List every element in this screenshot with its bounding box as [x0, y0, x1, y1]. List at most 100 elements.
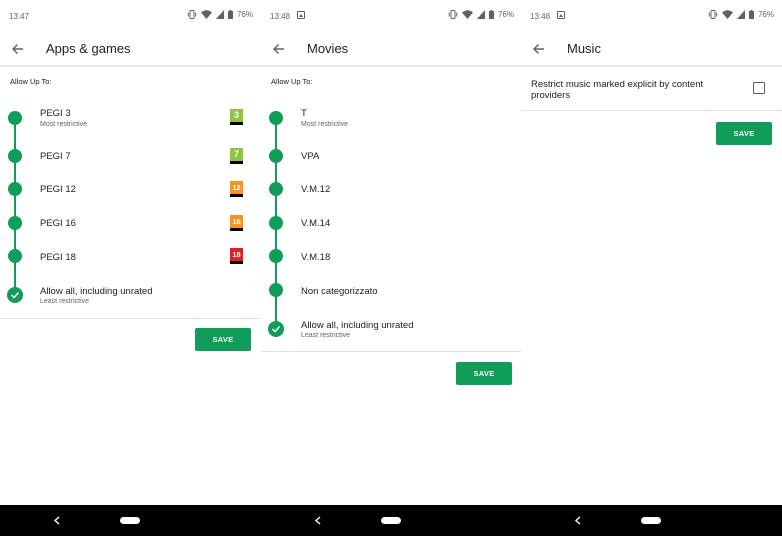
image-notification-icon — [557, 11, 565, 19]
movies-screen: 13:48 76% Movies Allow Up To: T Most res… — [261, 0, 522, 505]
status-bar: 13:48 76% — [261, 0, 522, 32]
rating-option-t[interactable]: T Most restrictive — [261, 104, 522, 138]
pegi-3-badge-icon: 3 — [230, 109, 243, 125]
signal-icon — [476, 10, 485, 19]
nav-group — [521, 505, 782, 536]
rating-dot — [8, 111, 22, 125]
rating-name: PEGI 3 — [40, 108, 71, 119]
allow-up-to-label: Allow Up To: — [271, 77, 313, 86]
battery-percent: 76% — [236, 10, 253, 19]
status-bar: 13:48 76% — [521, 0, 782, 32]
vibrate-icon — [708, 10, 718, 19]
pegi-7-badge-icon: 7 — [230, 148, 243, 164]
save-button[interactable]: SAVE — [716, 122, 772, 145]
wifi-icon — [721, 10, 733, 19]
rating-sub: Most restrictive — [40, 121, 88, 128]
nav-home-pill[interactable] — [641, 517, 661, 524]
status-time: 13:48 — [530, 12, 551, 21]
restrict-explicit-option[interactable]: Restrict music marked explicit by conten… — [521, 70, 782, 111]
nav-home-pill[interactable] — [381, 517, 401, 524]
rating-name: V.M.12 — [301, 184, 331, 195]
rating-name: V.M.18 — [301, 252, 331, 263]
rating-name: Non categorizzato — [301, 286, 378, 297]
apps-games-screen: 13:47 76% Apps & games Allow Up To: PEGI… — [0, 0, 261, 505]
rating-option-allow-all[interactable]: Allow all, including unrated Least restr… — [0, 281, 261, 315]
nav-back-icon[interactable] — [53, 516, 61, 525]
rating-option-vm18[interactable]: V.M.18 — [261, 240, 522, 274]
pegi-18-badge-icon: 18 — [230, 248, 243, 264]
status-bar: 13:47 76% — [0, 0, 261, 32]
battery-percent: 76% — [757, 10, 774, 19]
signal-icon — [736, 10, 745, 19]
rating-dot — [8, 149, 22, 163]
battery-percent: 76% — [497, 10, 514, 19]
rating-dot — [8, 216, 22, 230]
rating-dot — [8, 249, 22, 263]
nav-group — [0, 505, 261, 536]
rating-option-vpa[interactable]: VPA — [261, 139, 522, 173]
back-arrow-icon[interactable] — [10, 41, 26, 57]
nav-back-icon[interactable] — [574, 516, 582, 525]
music-screen: 13:48 76% Music Restrict music marked ex… — [521, 0, 782, 505]
battery-icon — [488, 10, 494, 19]
rating-name: V.M.14 — [301, 218, 331, 229]
page-title: Music — [567, 41, 601, 56]
rating-option-allow-all[interactable]: Allow all, including unrated Least restr… — [261, 314, 522, 348]
rating-option-pegi-18[interactable]: PEGI 18 18 — [0, 240, 261, 274]
battery-icon — [227, 10, 233, 19]
rating-dot — [269, 111, 283, 125]
battery-icon — [748, 10, 754, 19]
rating-option-pegi-12[interactable]: PEGI 12 12 — [0, 173, 261, 207]
status-icons: 76% — [187, 10, 253, 19]
rating-dot — [269, 283, 283, 297]
wifi-icon — [200, 10, 212, 19]
page-title: Movies — [307, 41, 349, 56]
rating-name: PEGI 7 — [40, 151, 71, 162]
rating-option-pegi-3[interactable]: PEGI 3 Most restrictive 3 — [0, 101, 261, 135]
rating-name: Allow all, including unrated — [301, 320, 414, 331]
image-notification-icon — [297, 11, 305, 19]
nav-back-icon[interactable] — [314, 516, 322, 525]
rating-dot — [8, 182, 22, 196]
app-bar: Movies — [261, 32, 522, 66]
divider — [0, 318, 261, 319]
rating-option-pegi-7[interactable]: PEGI 7 7 — [0, 139, 261, 173]
app-bar: Apps & games — [0, 32, 261, 66]
status-time: 13:47 — [9, 12, 30, 21]
rating-dot — [269, 249, 283, 263]
restrict-explicit-checkbox[interactable] — [753, 82, 765, 94]
signal-icon — [215, 10, 224, 19]
allow-up-to-label: Allow Up To: — [10, 77, 52, 86]
page-title: Apps & games — [46, 41, 131, 56]
divider — [261, 351, 522, 352]
save-button[interactable]: SAVE — [195, 328, 251, 351]
back-arrow-icon[interactable] — [271, 41, 287, 57]
pegi-16-badge-icon: 16 — [230, 215, 243, 231]
rating-dot — [269, 216, 283, 230]
status-icons: 76% — [708, 10, 774, 19]
rating-name: PEGI 18 — [40, 252, 76, 263]
rating-option-vm14[interactable]: V.M.14 — [261, 207, 522, 241]
rating-option-vm12[interactable]: V.M.12 — [261, 173, 522, 207]
nav-home-pill[interactable] — [120, 517, 140, 524]
rating-name: Allow all, including unrated — [40, 286, 153, 297]
status-icons: 76% — [448, 10, 514, 19]
restrict-explicit-label: Restrict music marked explicit by conten… — [531, 79, 704, 101]
app-bar: Music — [521, 32, 782, 66]
rating-sub: Least restrictive — [40, 298, 90, 305]
vibrate-icon — [187, 10, 197, 19]
save-button[interactable]: SAVE — [456, 362, 512, 385]
back-arrow-icon[interactable] — [531, 41, 547, 57]
rating-dot — [269, 182, 283, 196]
wifi-icon — [461, 10, 473, 19]
rating-sub: Most restrictive — [301, 121, 349, 128]
status-time: 13:48 — [270, 12, 291, 21]
pegi-12-badge-icon: 12 — [230, 181, 243, 197]
rating-dot — [269, 149, 283, 163]
selected-check-icon — [268, 321, 284, 337]
system-nav-bar — [0, 505, 782, 536]
rating-option-pegi-16[interactable]: PEGI 16 16 — [0, 207, 261, 241]
rating-sub: Least restrictive — [301, 332, 351, 339]
rating-option-non-categorizzato[interactable]: Non categorizzato — [261, 274, 522, 308]
nav-group — [261, 505, 521, 536]
